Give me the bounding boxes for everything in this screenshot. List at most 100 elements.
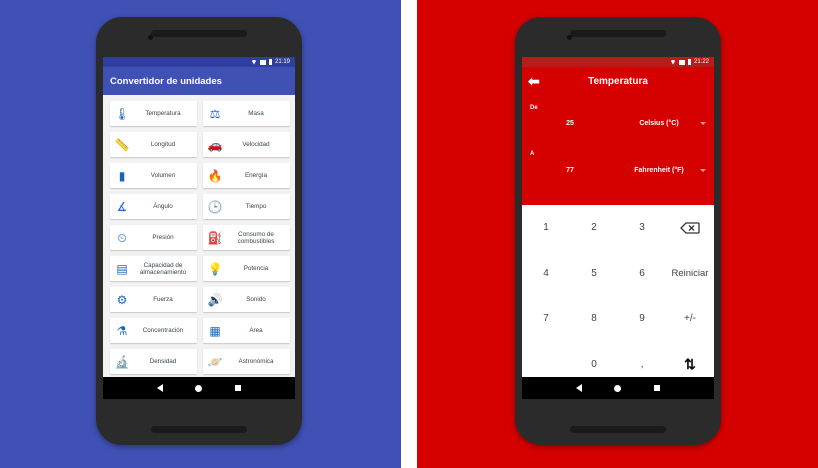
numeric-keypad: 1 2 3 4 5 6 Reiniciar 7 8 9 +/- 0 , ⇅ (522, 205, 714, 387)
key-8[interactable]: 8 (570, 296, 618, 342)
category-label: Area (249, 327, 263, 334)
signal-icon (678, 59, 685, 65)
category-densidad[interactable]: 🔬 Densidad (110, 349, 197, 374)
nav-back-icon[interactable] (157, 384, 164, 392)
reset-button[interactable]: Reiniciar (666, 251, 714, 297)
key-5[interactable]: 5 (570, 251, 618, 297)
lightbulb-icon: 💡 (207, 261, 223, 276)
backspace-button[interactable] (666, 205, 714, 251)
category-presion[interactable]: ⏲ Presión (110, 225, 197, 250)
category-label: Volumen (150, 172, 176, 179)
category-label: Fuerza (153, 296, 173, 303)
chevron-down-icon[interactable] (700, 122, 706, 125)
category-label: Masa (248, 110, 264, 117)
status-time: 21:19 (274, 59, 290, 65)
scale-icon: ⚖ (209, 106, 221, 121)
wifi-icon (250, 59, 257, 65)
category-label: Longitud (150, 141, 176, 148)
category-potencia[interactable]: 💡 Potencia (203, 256, 290, 281)
phone-screen: 21:19 Convertidor de unidades 🌡 Temperat… (103, 57, 295, 399)
signal-icon (259, 59, 266, 65)
category-almacenamiento[interactable]: ▤ Capacidad de almacenamiento (110, 256, 197, 281)
key-9[interactable]: 9 (618, 296, 666, 342)
category-fuerza[interactable]: ⚙ Fuerza (110, 287, 197, 312)
to-row: 77 Fahrenheit (°F) (522, 167, 714, 174)
category-label: Energía (244, 172, 268, 179)
status-bar: 21:22 (522, 57, 714, 67)
category-longitud[interactable]: 📏 Longitud (110, 132, 197, 157)
category-concentracion[interactable]: ⚗ Concentración (110, 318, 197, 343)
phone-frame: 21:22 ⬅ Temperatura De 25 Celsius (°C) A… (515, 17, 721, 445)
force-icon: ⚙ (116, 292, 128, 307)
pressure-gauge-icon: ⏲ (117, 230, 127, 245)
left-promo-panel: 21:19 Convertidor de unidades 🌡 Temperat… (0, 0, 401, 468)
category-temperatura[interactable]: 🌡 Temperatura (110, 101, 197, 126)
status-time: 21:22 (693, 59, 709, 65)
thermometer-icon: 🌡 (114, 106, 130, 121)
app-bar: Convertidor de unidades (103, 67, 295, 95)
category-astronomica[interactable]: 🪐 Astronómica (203, 349, 290, 374)
category-label: Densidad (149, 358, 177, 365)
category-label: Ángulo (153, 203, 173, 210)
android-nav-bar (522, 377, 714, 399)
battery-icon (687, 59, 691, 65)
key-6[interactable]: 6 (618, 251, 666, 297)
sound-icon: 🔊 (207, 292, 223, 307)
from-unit-select[interactable]: Celsius (°C) (618, 120, 700, 127)
category-label: Sonido (246, 296, 266, 303)
bottom-speaker (151, 426, 247, 433)
nav-recents-icon[interactable] (653, 385, 660, 391)
nav-recents-icon[interactable] (234, 385, 241, 391)
from-row: 25 Celsius (°C) (522, 120, 714, 127)
category-label: Capacidad de almacenamiento (139, 261, 187, 276)
clock-icon: 🕒 (207, 199, 223, 214)
phone-screen: 21:22 ⬅ Temperatura De 25 Celsius (°C) A… (522, 57, 714, 399)
sign-toggle-button[interactable]: +/- (666, 296, 714, 342)
backspace-icon (680, 222, 700, 234)
key-4[interactable]: 4 (522, 251, 570, 297)
flame-icon: 🔥 (207, 168, 223, 183)
category-velocidad[interactable]: 🚗 Velocidad (203, 132, 290, 157)
chevron-down-icon[interactable] (700, 169, 706, 172)
to-value: 77 (566, 167, 574, 174)
category-label: Potencia (243, 265, 269, 272)
back-arrow-icon[interactable]: ⬅ (528, 74, 548, 88)
key-7[interactable]: 7 (522, 296, 570, 342)
key-3[interactable]: 3 (618, 205, 666, 251)
fuel-pump-icon: ⛽ (207, 230, 223, 245)
area-icon: ▦ (209, 323, 221, 338)
phone-frame: 21:19 Convertidor de unidades 🌡 Temperat… (96, 17, 302, 445)
category-label: Presión (152, 234, 174, 241)
category-angulo[interactable]: ∡ Ángulo (110, 194, 197, 219)
category-volumen[interactable]: ▮ Volumen (110, 163, 197, 188)
nav-home-icon[interactable] (614, 384, 622, 392)
converter-title: Temperatura (588, 75, 648, 87)
to-unit-select[interactable]: Fahrenheit (°F) (618, 167, 700, 174)
category-consumo[interactable]: ⛽ Consumo de combustibles (203, 225, 290, 250)
app-title: Convertidor de unidades (110, 75, 222, 87)
category-label: Consumo de combustibles (237, 230, 275, 245)
from-label: De (530, 105, 538, 111)
ruler-icon: 📏 (114, 137, 130, 152)
category-label: Temperatura (145, 110, 181, 117)
category-area[interactable]: ▦ Area (203, 318, 290, 343)
swap-arrows-icon: ⇅ (684, 355, 696, 372)
key-1[interactable]: 1 (522, 205, 570, 251)
from-value[interactable]: 25 (522, 120, 618, 127)
category-energia[interactable]: 🔥 Energía (203, 163, 290, 188)
android-nav-bar (103, 377, 295, 399)
category-grid: 🌡 Temperatura ⚖ Masa 📏 Longitud 🚗 Veloci… (103, 95, 295, 380)
category-sonido[interactable]: 🔊 Sonido (203, 287, 290, 312)
bottom-speaker (570, 426, 666, 433)
category-masa[interactable]: ⚖ Masa (203, 101, 290, 126)
converter-header: ⬅ Temperatura (522, 67, 714, 95)
category-tiempo[interactable]: 🕒 Tiempo (203, 194, 290, 219)
nav-home-icon[interactable] (195, 384, 203, 392)
key-2[interactable]: 2 (570, 205, 618, 251)
nav-back-icon[interactable] (576, 384, 583, 392)
converter-panel: ⬅ Temperatura De 25 Celsius (°C) A 77 Fa… (522, 67, 714, 205)
battery-icon (268, 59, 272, 65)
front-camera (567, 35, 572, 40)
to-label: A (530, 151, 535, 157)
compass-icon: ∡ (116, 199, 128, 214)
